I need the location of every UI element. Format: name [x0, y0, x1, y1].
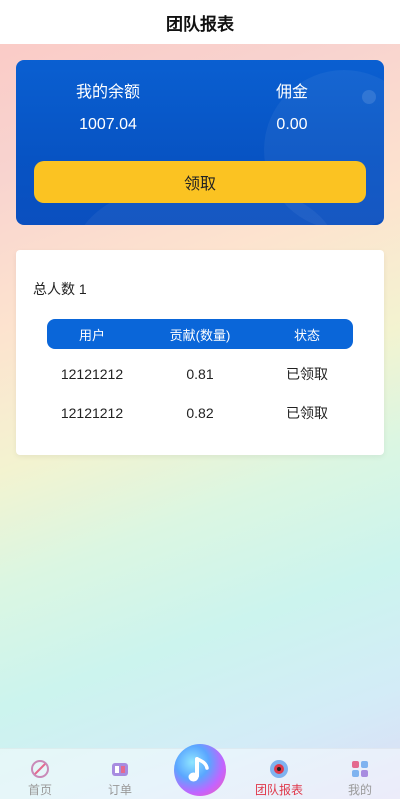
- column-header-contribution: 贡献(数量): [169, 327, 231, 343]
- tab-profile-label: 我的: [347, 783, 372, 797]
- row-contribution: 0.81: [186, 366, 214, 382]
- tab-profile[interactable]: 我的: [325, 749, 395, 799]
- tab-home-label: 首页: [27, 783, 52, 797]
- row-status: 已领取: [286, 366, 328, 382]
- commission-stat: 佣金 0.00: [222, 82, 362, 136]
- my-balance-value: 1007.04: [79, 116, 137, 133]
- commission-value: 0.00: [276, 116, 308, 133]
- total-members: 总人数 1: [33, 281, 87, 297]
- column-header-status: 状态: [293, 327, 320, 343]
- music-note-icon: [188, 757, 209, 782]
- center-music-button[interactable]: [174, 744, 226, 796]
- tab-team-report[interactable]: 团队报表: [244, 749, 314, 799]
- team-card: 总人数 1 用户 贡献(数量) 状态 12121212 0.81 已领取 121…: [16, 250, 384, 455]
- tab-home[interactable]: 首页: [5, 749, 75, 799]
- claim-button[interactable]: 领取: [34, 161, 366, 203]
- my-balance-label: 我的余额: [75, 84, 140, 101]
- table-row: 12121212 0.82 已领取: [47, 398, 353, 428]
- table-header: 用户 贡献(数量) 状态: [47, 319, 353, 349]
- row-user: 12121212: [60, 366, 124, 382]
- table-row: 12121212 0.81 已领取: [47, 359, 353, 389]
- profile-icon: [352, 761, 368, 777]
- page-title: 团队报表: [166, 14, 234, 34]
- team-report-icon: [270, 760, 288, 778]
- row-status: 已领取: [286, 405, 328, 421]
- column-header-user: 用户: [78, 327, 105, 343]
- row-user: 12121212: [60, 405, 124, 421]
- page-header: 团队报表: [0, 0, 400, 44]
- row-contribution: 0.82: [186, 405, 214, 421]
- card-decoration: [362, 90, 376, 104]
- tab-orders[interactable]: 订单: [85, 749, 155, 799]
- commission-label: 佣金: [275, 84, 308, 101]
- home-icon: [31, 760, 49, 778]
- my-balance-stat: 我的余额 1007.04: [38, 82, 178, 136]
- orders-icon: [112, 763, 128, 776]
- balance-card: 我的余额 1007.04 佣金 0.00 领取: [16, 60, 384, 225]
- tab-team-report-label: 团队报表: [254, 783, 303, 797]
- tab-orders-label: 订单: [107, 783, 132, 797]
